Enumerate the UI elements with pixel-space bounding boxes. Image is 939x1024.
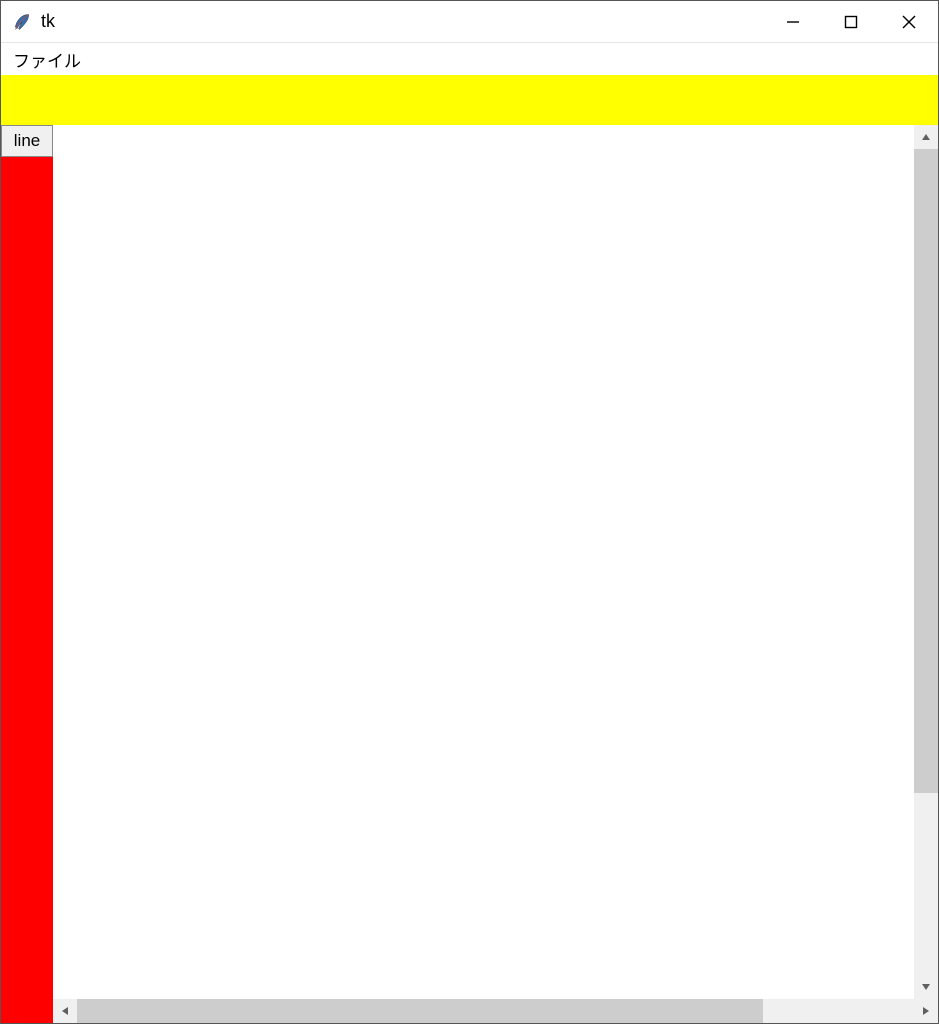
- scroll-right-arrow-icon[interactable]: [914, 999, 938, 1023]
- scroll-down-arrow-icon[interactable]: [914, 975, 938, 999]
- window-controls: [764, 1, 938, 42]
- app-window: tk ファイル line: [0, 0, 939, 1024]
- drawing-canvas[interactable]: [53, 125, 914, 999]
- horizontal-scroll-track[interactable]: [77, 999, 914, 1023]
- canvas-row: [53, 125, 938, 999]
- canvas-container: [53, 125, 938, 1023]
- close-button[interactable]: [880, 1, 938, 42]
- app-feather-icon: [11, 11, 33, 33]
- window-title: tk: [41, 11, 55, 32]
- horizontal-scroll-thumb[interactable]: [77, 999, 763, 1023]
- line-tool-button[interactable]: line: [1, 125, 53, 157]
- scroll-left-arrow-icon[interactable]: [53, 999, 77, 1023]
- menu-file[interactable]: ファイル: [7, 45, 87, 74]
- content-area: line: [1, 125, 938, 1023]
- minimize-button[interactable]: [764, 1, 822, 42]
- maximize-button[interactable]: [822, 1, 880, 42]
- vertical-scroll-track[interactable]: [914, 149, 938, 975]
- top-yellow-bar: [1, 75, 938, 125]
- vertical-scroll-thumb[interactable]: [914, 149, 938, 793]
- title-bar[interactable]: tk: [1, 1, 938, 43]
- vertical-scrollbar[interactable]: [914, 125, 938, 999]
- side-tool-panel: line: [1, 125, 53, 1023]
- horizontal-scrollbar[interactable]: [53, 999, 938, 1023]
- scroll-up-arrow-icon[interactable]: [914, 125, 938, 149]
- menu-bar: ファイル: [1, 43, 938, 75]
